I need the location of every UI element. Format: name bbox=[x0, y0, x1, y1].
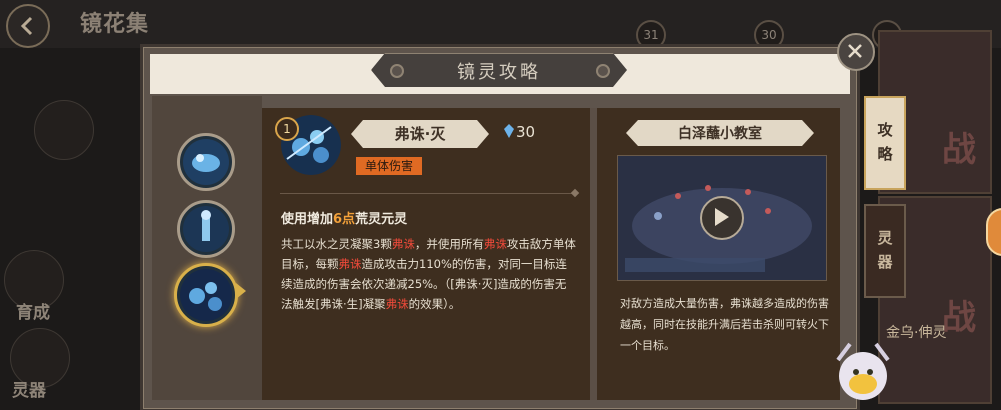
guide-text: 对敌方造成大量伤害，弗诛越多造成的伤害越高，同时在技能升满后若击杀则可转火下一个… bbox=[620, 297, 829, 352]
skill-slot-3-selected[interactable] bbox=[174, 263, 238, 327]
selection-arrow-icon bbox=[236, 283, 246, 299]
requirement-highlight: 6点 bbox=[333, 212, 356, 227]
video-caption-bar bbox=[625, 258, 765, 272]
level-badge: 31 bbox=[636, 20, 666, 50]
skill-type-tag: 单体伤害 bbox=[356, 157, 422, 175]
side-menu-icon[interactable] bbox=[34, 100, 94, 160]
tab-strategy-label: 攻略 bbox=[877, 121, 893, 163]
desc-keyword: 弗诛 bbox=[385, 297, 409, 311]
water-figure-skill-icon bbox=[183, 206, 229, 252]
tab-artifact-label: 灵器 bbox=[877, 229, 893, 271]
side-menu-artifact[interactable]: 灵器 bbox=[12, 376, 46, 401]
skill-level-badge: 1 bbox=[275, 117, 299, 141]
panel-divider bbox=[590, 108, 597, 400]
card-caption: 金乌·伸灵 bbox=[886, 325, 947, 341]
close-icon bbox=[848, 44, 862, 58]
floating-orange-button[interactable] bbox=[986, 208, 1001, 256]
back-button[interactable] bbox=[6, 4, 50, 48]
tab-strategy[interactable]: 攻略 bbox=[864, 96, 906, 190]
skill-requirement: 使用增加6点荒灵元灵 bbox=[281, 208, 407, 227]
back-arrow-icon bbox=[20, 16, 33, 36]
card-glyph: 战 bbox=[942, 130, 976, 170]
desc-keyword: 弗诛 bbox=[338, 257, 362, 271]
skill-slot-1[interactable] bbox=[177, 133, 235, 191]
side-menu-artifact-label: 灵器 bbox=[12, 381, 46, 401]
dialog-title: 镜灵攻略 bbox=[457, 62, 541, 83]
play-icon bbox=[715, 208, 729, 226]
requirement-prefix: 使用增加 bbox=[281, 212, 334, 227]
water-bullets-skill-icon bbox=[180, 269, 232, 321]
side-menu-develop[interactable]: 育成 bbox=[16, 298, 50, 323]
close-button[interactable] bbox=[837, 33, 875, 71]
skill-description: 共工以水之灵凝聚3颗弗诛，并使用所有弗诛攻击敌方单体目标，每颗弗诛造成攻击力11… bbox=[281, 234, 577, 314]
play-button[interactable] bbox=[700, 196, 744, 240]
desc-segment: 共工以水之灵凝聚3颗 bbox=[281, 237, 392, 251]
card-glyph: 战 bbox=[942, 298, 976, 338]
crystal-cost-icon bbox=[504, 124, 514, 138]
page-title: 镜花集 bbox=[80, 12, 150, 37]
guide-title: 白泽蘸小教室 bbox=[678, 126, 762, 142]
level-badge: 30 bbox=[754, 20, 784, 50]
requirement-suffix: 荒灵元灵 bbox=[355, 212, 408, 227]
desc-keyword: 弗诛 bbox=[391, 237, 415, 251]
skill-cost: 30 bbox=[516, 123, 536, 141]
desc-keyword: 弗诛 bbox=[483, 237, 507, 251]
tab-artifact[interactable]: 灵器 bbox=[864, 204, 906, 298]
side-menu-develop-label: 育成 bbox=[16, 303, 50, 323]
skill-slot-2[interactable] bbox=[177, 200, 235, 258]
desc-segment: ，并使用所有 bbox=[414, 237, 484, 251]
skill-name: 弗诛·灭 bbox=[394, 125, 446, 143]
divider bbox=[280, 193, 576, 194]
water-orb-skill-icon bbox=[183, 139, 229, 185]
desc-segment: 的效果）。 bbox=[408, 297, 461, 311]
